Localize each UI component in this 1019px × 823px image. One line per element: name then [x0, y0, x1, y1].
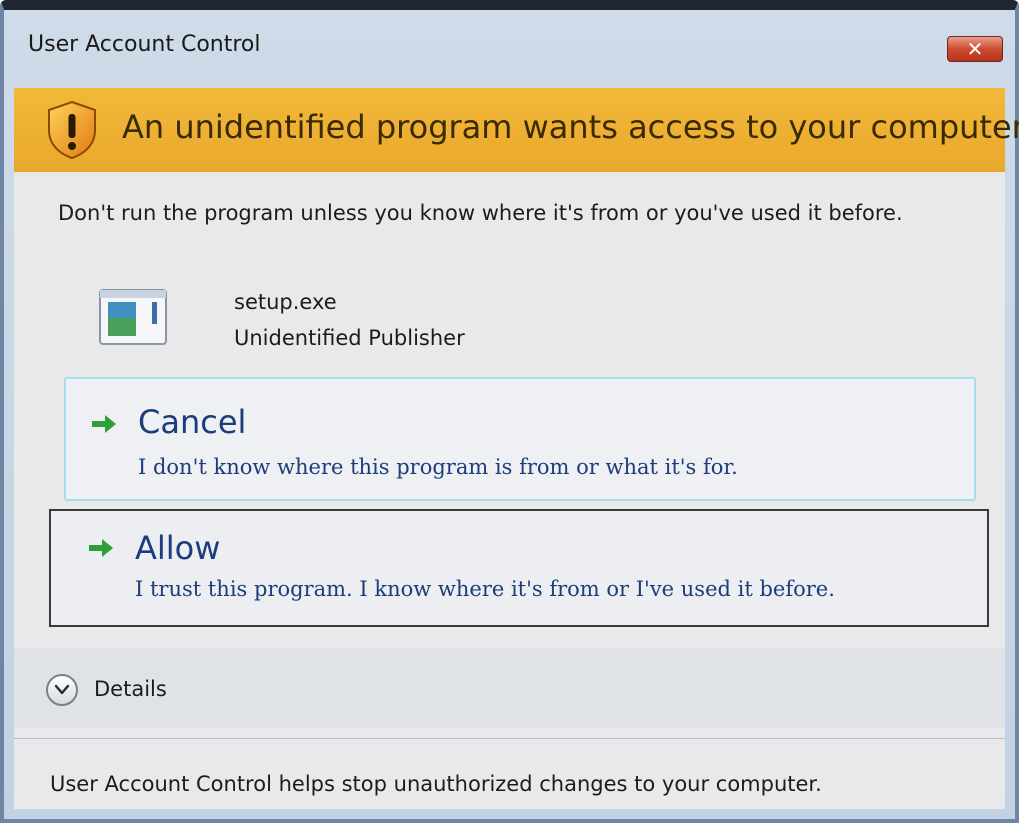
program-window-icon: [99, 289, 167, 345]
arrow-right-icon: [89, 539, 113, 557]
banner-headline: An unidentified program wants access to …: [122, 108, 1019, 146]
close-button[interactable]: ✕: [947, 36, 1003, 62]
allow-option[interactable]: Allow I trust this program. I know where…: [49, 509, 989, 627]
warning-message: Don't run the program unless you know wh…: [58, 201, 903, 225]
title-bar[interactable]: User Account Control ✕: [14, 22, 1005, 74]
chevron-down-icon[interactable]: [46, 674, 78, 706]
arrow-right-icon: [92, 415, 116, 433]
footer-divider: [14, 738, 1005, 739]
allow-label: Allow: [135, 529, 221, 567]
cancel-label: Cancel: [138, 403, 247, 441]
footer-message: User Account Control helps stop unauthor…: [50, 772, 822, 796]
shield-warning-icon: [48, 100, 96, 160]
details-label[interactable]: Details: [94, 677, 167, 701]
cancel-option[interactable]: Cancel I don't know where this program i…: [64, 377, 976, 501]
program-name: setup.exe: [234, 290, 337, 314]
details-section: Details: [14, 648, 1005, 728]
cancel-description: I don't know where this program is from …: [138, 455, 738, 479]
uac-dialog: User Account Control ✕ An unidentified p…: [0, 0, 1019, 823]
program-publisher: Unidentified Publisher: [234, 326, 465, 350]
allow-description: I trust this program. I know where it's …: [135, 577, 835, 601]
warning-banner: An unidentified program wants access to …: [14, 88, 1019, 172]
window-title: User Account Control: [28, 32, 261, 57]
dialog-content: Don't run the program unless you know wh…: [14, 172, 1005, 809]
